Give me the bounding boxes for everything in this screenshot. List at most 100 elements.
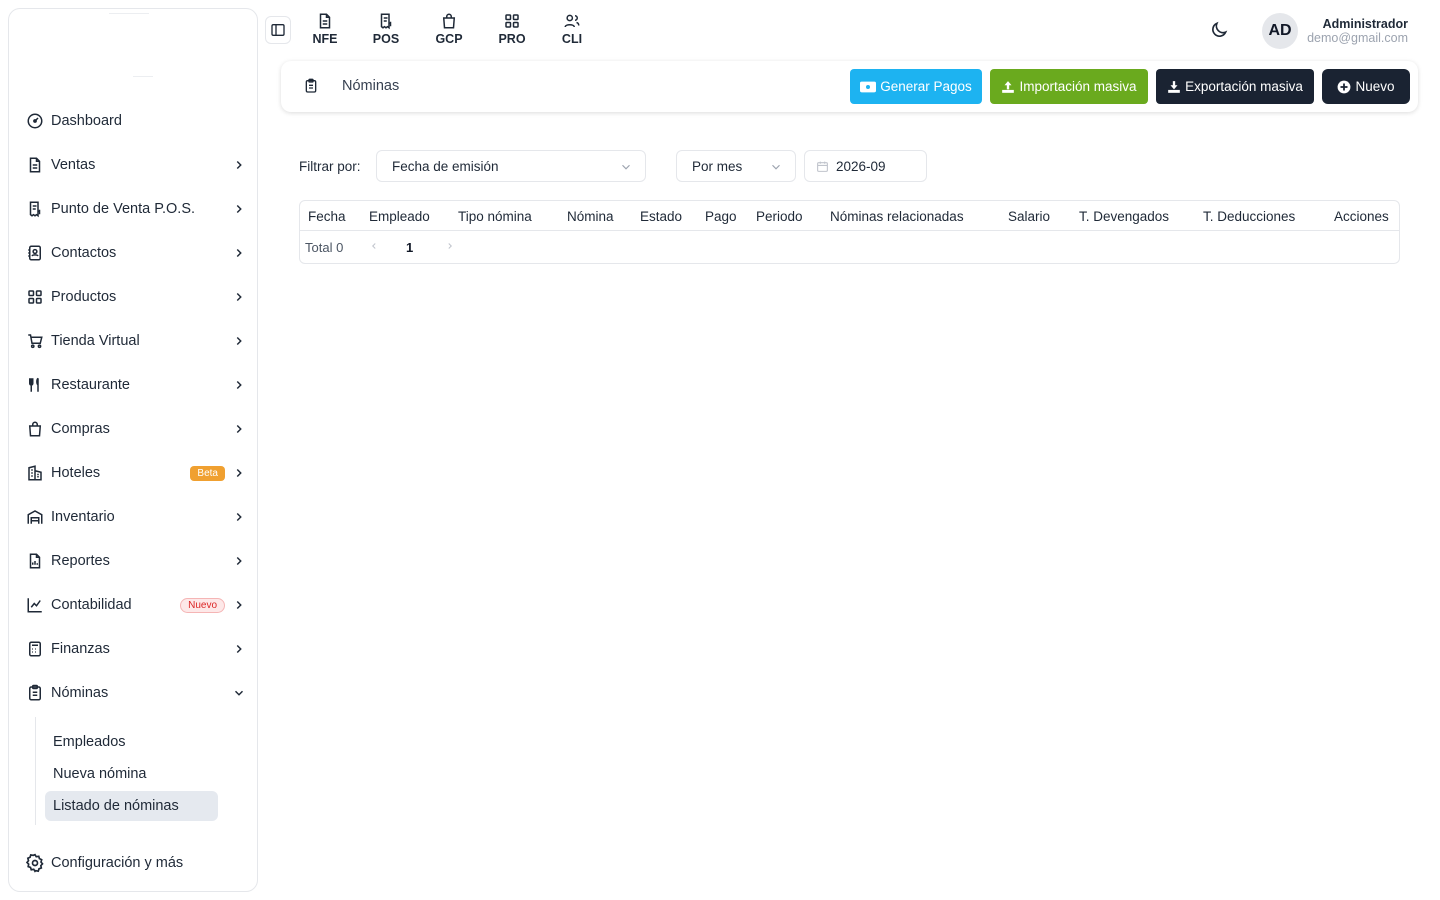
sidebar-toggle-icon (270, 22, 286, 38)
column-header[interactable]: Fecha (308, 209, 346, 224)
moon-icon (1209, 20, 1229, 40)
sidebar-item-label: Tienda Virtual (51, 333, 140, 349)
sidebar-item-label: Productos (51, 289, 117, 305)
column-header[interactable]: Estado (640, 209, 682, 224)
user-info[interactable]: Administrador demo@gmail.com (1307, 17, 1408, 45)
gear-icon (25, 853, 45, 873)
chevron-down-icon (231, 685, 247, 701)
pagination-page[interactable]: 1 (406, 240, 413, 255)
filter-label: Filtrar por: (299, 159, 361, 174)
sidebar-item-tienda-virtual[interactable]: Tienda Virtual (25, 323, 247, 359)
table-header: Fecha Empleado Tipo nómina Nómina Estado… (300, 201, 1399, 231)
month-picker[interactable]: 2026-09 (804, 150, 927, 182)
column-header[interactable]: Periodo (756, 209, 803, 224)
generate-payments-button[interactable]: Generar Pagos (850, 69, 982, 104)
module-cli[interactable]: CLI (547, 12, 597, 52)
module-gcp[interactable]: GCP (424, 12, 474, 52)
chevron-down-icon (619, 160, 633, 174)
column-header[interactable]: T. Deducciones (1203, 209, 1295, 224)
chevron-right-icon (231, 333, 247, 349)
sidebar-item-reportes[interactable]: Reportes (25, 543, 247, 579)
chevron-right-icon[interactable] (445, 240, 455, 252)
sidebar-item-label: Contabilidad (51, 597, 132, 613)
sidebar-item-label: Finanzas (51, 641, 110, 657)
sidebar-item-label: Hoteles (51, 465, 101, 481)
chevron-right-icon (231, 377, 247, 393)
sidebar-item-compras[interactable]: Compras (25, 411, 247, 447)
period-select[interactable]: Por mes (676, 150, 796, 182)
select-value: Por mes (692, 158, 743, 174)
chevron-right-icon (231, 245, 247, 261)
module-pos[interactable]: POS (361, 12, 411, 52)
money-icon (860, 81, 877, 93)
module-label: CLI (561, 32, 583, 46)
column-header[interactable]: Salario (1008, 209, 1050, 224)
chevron-right-icon (231, 553, 247, 569)
user-email: demo@gmail.com (1307, 31, 1408, 45)
settings-label: Configuración y más (51, 855, 184, 871)
sidebar-item-inventario[interactable]: Inventario (25, 499, 247, 535)
date-field-select[interactable]: Fecha de emisión (376, 150, 646, 182)
column-header[interactable]: Nómina (567, 209, 614, 224)
pos-receipt-icon (25, 199, 45, 219)
sidebar-item-label: Punto de Venta P.O.S. (51, 201, 196, 217)
sidebar-item-finanzas[interactable]: Finanzas (25, 631, 247, 667)
column-header[interactable]: Pago (705, 209, 737, 224)
warehouse-icon (25, 507, 45, 527)
calculator-icon (25, 639, 45, 659)
logo (9, 9, 257, 89)
sidebar-item-productos[interactable]: Productos (25, 279, 247, 315)
new-badge: Nuevo (180, 597, 225, 613)
sidebar-item-pos[interactable]: Punto de Venta P.O.S. (25, 191, 247, 227)
new-button[interactable]: Nuevo (1322, 69, 1410, 104)
pos-receipt-icon (377, 12, 395, 30)
dark-mode-toggle[interactable] (1208, 19, 1230, 41)
submenu-item-empleados[interactable]: Empleados (45, 727, 218, 757)
column-header[interactable]: T. Devengados (1079, 209, 1169, 224)
column-header[interactable]: Empleado (369, 209, 430, 224)
month-value: 2026-09 (836, 158, 886, 174)
avatar[interactable]: AD (1262, 13, 1298, 49)
module-label: GCP (435, 32, 463, 46)
contacts-icon (25, 243, 45, 263)
submenu-item-listado-nominas[interactable]: Listado de nóminas (45, 791, 218, 821)
report-icon (25, 551, 45, 571)
sidebar: Dashboard Ventas Punto de Venta P.O.S. C… (8, 8, 258, 892)
chevron-right-icon (231, 201, 247, 217)
bulk-export-button[interactable]: Exportación masiva (1156, 69, 1314, 104)
column-header[interactable]: Nóminas relacionadas (830, 209, 964, 224)
button-label: Generar Pagos (880, 79, 972, 94)
button-label: Importación masiva (1019, 79, 1137, 94)
settings-link[interactable]: Configuración y más (25, 851, 183, 875)
module-label: NFE (312, 32, 338, 46)
sidebar-item-restaurante[interactable]: Restaurante (25, 367, 247, 403)
document-icon (316, 12, 334, 30)
chevron-right-icon (231, 289, 247, 305)
sidebar-item-contabilidad[interactable]: Contabilidad Nuevo (25, 587, 247, 623)
module-label: POS (372, 32, 400, 46)
cart-icon (25, 331, 45, 351)
sidebar-item-label: Ventas (51, 157, 96, 173)
document-icon (25, 155, 45, 175)
column-header[interactable]: Tipo nómina (458, 209, 532, 224)
sidebar-item-nominas[interactable]: Nóminas (25, 675, 247, 711)
column-header[interactable]: Acciones (1334, 209, 1389, 224)
chevron-right-icon (231, 597, 247, 613)
sidebar-item-hoteles[interactable]: Hoteles Beta (25, 455, 247, 491)
module-nfe[interactable]: NFE (300, 12, 350, 52)
sidebar-item-label: Nóminas (51, 685, 109, 701)
plus-circle-icon (1337, 80, 1351, 94)
chevron-left-icon[interactable] (369, 240, 379, 252)
sidebar-toggle-button[interactable] (265, 16, 291, 44)
sidebar-item-label: Inventario (51, 509, 115, 525)
submenu-item-nueva-nomina[interactable]: Nueva nómina (45, 759, 218, 789)
module-label: PRO (498, 32, 526, 46)
button-label: Exportación masiva (1185, 79, 1303, 94)
sidebar-item-ventas[interactable]: Ventas (25, 147, 247, 183)
sidebar-item-dashboard[interactable]: Dashboard (25, 103, 247, 139)
chevron-right-icon (231, 641, 247, 657)
sidebar-item-contactos[interactable]: Contactos (25, 235, 247, 271)
module-pro[interactable]: PRO (487, 12, 537, 52)
bulk-import-button[interactable]: Importación masiva (990, 69, 1148, 104)
page-title: Nóminas (342, 78, 400, 94)
